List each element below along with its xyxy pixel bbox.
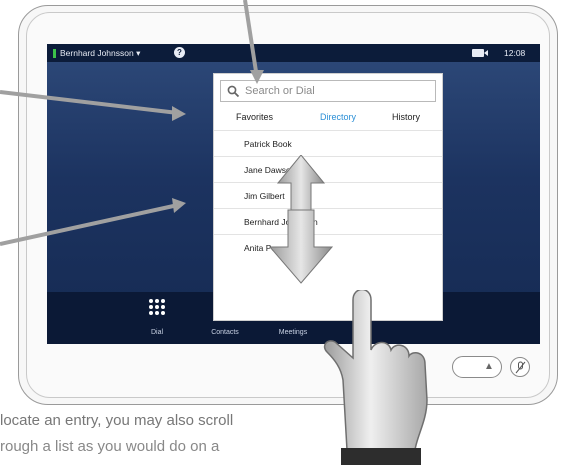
- callout-lines: [0, 0, 264, 246]
- muted-mic-icon: [515, 361, 526, 374]
- caption-line-1: locate an entry, you may also scroll: [0, 412, 234, 429]
- volume-control[interactable]: ▲: [452, 356, 502, 378]
- caption-line-2: rough a list as you would do on a: [0, 438, 220, 455]
- speaker-icon: ▲: [484, 361, 494, 372]
- mic-mute-button[interactable]: [510, 357, 530, 377]
- pointing-hand-icon: [323, 290, 428, 465]
